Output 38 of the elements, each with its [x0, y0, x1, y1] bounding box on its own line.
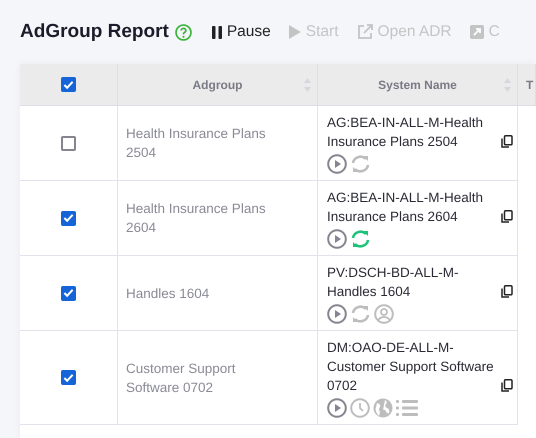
column-header[interactable]: T [526, 78, 534, 92]
system-name: PV:DSCH-BD-ALL-M-Handles 1604 [327, 264, 460, 301]
checkbox[interactable] [61, 286, 76, 300]
play-circle-icon[interactable] [327, 154, 347, 174]
copy-icon[interactable] [501, 210, 513, 223]
sync-icon[interactable] [350, 229, 371, 249]
list-icon[interactable] [396, 399, 418, 417]
user-circle-icon[interactable] [374, 304, 394, 324]
play-icon [288, 25, 301, 39]
system-name: AG:BEA-IN-ALL-M-Health Insurance Plans 2604 [327, 189, 484, 226]
copy-icon[interactable] [501, 379, 513, 392]
arrow-box-icon [470, 25, 484, 39]
copy-icon[interactable] [501, 135, 513, 148]
copy-icon[interactable] [501, 285, 513, 298]
table-cell-text: Health Insurance Plans 2504 [126, 125, 267, 162]
clock-icon[interactable] [350, 398, 370, 418]
checkbox[interactable] [61, 370, 76, 385]
checkbox[interactable] [61, 136, 76, 150]
play-circle-icon[interactable] [327, 229, 347, 249]
play-circle-icon[interactable] [327, 398, 347, 418]
sync-icon[interactable] [350, 154, 371, 174]
pause-icon [212, 26, 222, 38]
checkbox[interactable] [61, 210, 76, 226]
system-name: DM:OAO-DE-ALL-M-Customer Support Software 0702 [327, 339, 495, 395]
page-title: AdGroup Report [20, 21, 169, 43]
table-cell-text: Health Insurance Plans 2604 [126, 200, 267, 237]
column-header[interactable]: Adgroup [192, 78, 242, 92]
external-link-icon [356, 24, 373, 40]
play-circle-icon[interactable] [327, 304, 347, 324]
table-cell-text: Handles 1604 [126, 284, 210, 302]
checkbox[interactable] [61, 77, 76, 92]
sync-icon[interactable] [350, 304, 371, 324]
help-icon[interactable] [174, 24, 192, 40]
column-header[interactable]: System Name [378, 78, 457, 92]
pause-button[interactable]: Pause [212, 23, 271, 41]
table-cell-text: Customer Support Software 0702 [126, 360, 237, 396]
globe-icon[interactable] [373, 398, 393, 418]
system-name: AG:BEA-IN-ALL-M-Health Insurance Plans 2504 [327, 114, 484, 151]
